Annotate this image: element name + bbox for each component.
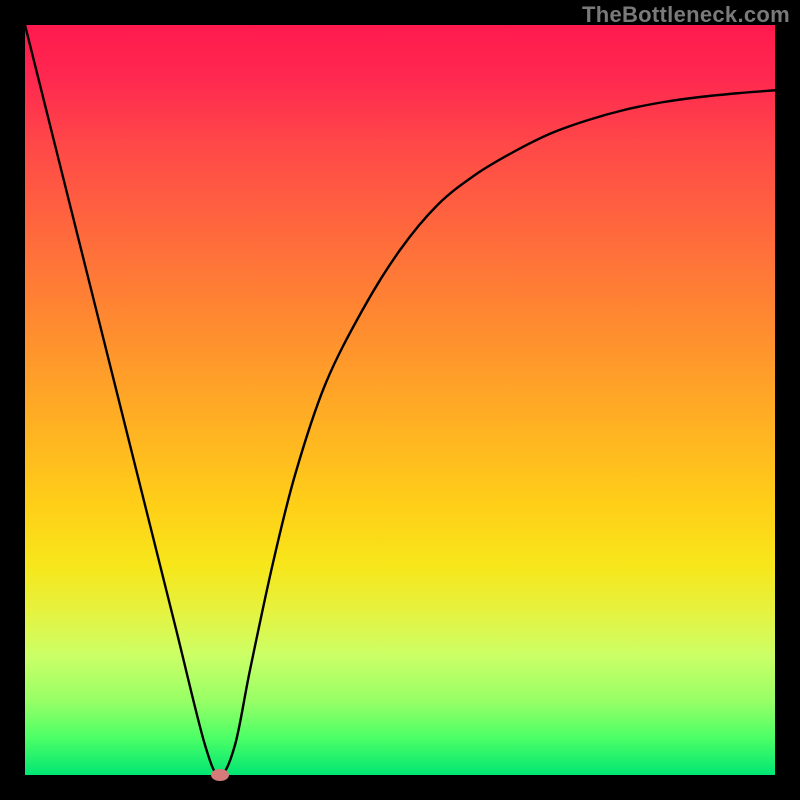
plot-area [25, 25, 775, 775]
bottleneck-curve [25, 25, 775, 775]
curve-svg [25, 25, 775, 775]
chart-frame: TheBottleneck.com [0, 0, 800, 800]
minimum-marker [211, 769, 229, 781]
